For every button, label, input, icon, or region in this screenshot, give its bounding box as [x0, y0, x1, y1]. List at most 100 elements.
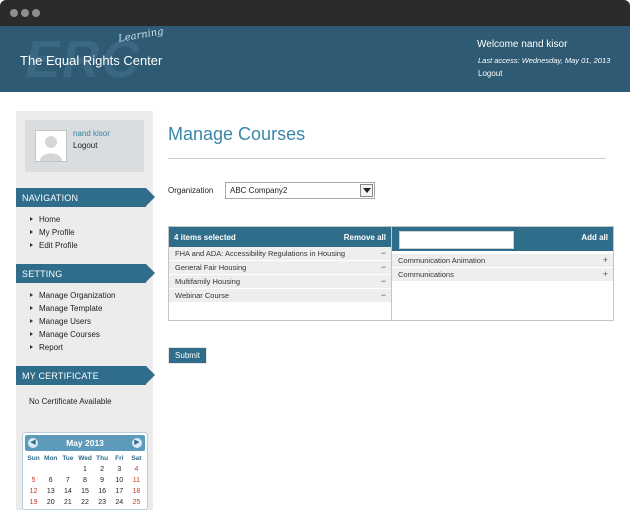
minus-icon[interactable]: −	[381, 275, 386, 288]
available-course-label: Communication Animation	[398, 256, 486, 265]
add-all-link[interactable]: Add all	[581, 233, 608, 242]
title-divider	[168, 158, 606, 159]
setting-list: Manage Organization Manage Template Mana…	[30, 289, 116, 354]
calendar-day[interactable]: 11	[128, 475, 145, 486]
plus-icon[interactable]: +	[603, 268, 608, 281]
organization-selected-value: ABC Company2	[230, 186, 288, 195]
calendar-day[interactable]: 16	[94, 486, 111, 497]
calendar-weekday-label: Tue	[62, 455, 74, 462]
nav-item-my-profile[interactable]: My Profile	[30, 226, 78, 239]
setting-heading: SETTING	[16, 264, 155, 283]
selected-course-item[interactable]: Multifamily Housing −	[169, 275, 391, 289]
header-logout-link[interactable]: Logout	[478, 69, 502, 78]
available-course-item[interactable]: Communications +	[392, 268, 613, 282]
available-courses-header: Add all	[392, 227, 613, 251]
nav-item-edit-profile[interactable]: Edit Profile	[30, 239, 78, 252]
selected-course-label: General Fair Housing	[175, 263, 247, 272]
selected-courses-list: FHA and ADA: Accessibility Regulations i…	[169, 247, 391, 303]
calendar-day[interactable]: 14	[59, 486, 76, 497]
navigation-list: Home My Profile Edit Profile	[30, 213, 78, 252]
setting-item-manage-courses[interactable]: Manage Courses	[30, 328, 116, 341]
window-dot-icon	[21, 9, 29, 17]
chevron-left-icon[interactable]: ◀	[28, 438, 38, 448]
calendar-month-title: May 2013	[66, 438, 104, 448]
calendar-day[interactable]: 12	[25, 486, 42, 497]
calendar-day[interactable]: 5	[25, 475, 42, 486]
chevron-down-icon[interactable]	[360, 184, 373, 197]
calendar-day[interactable]: 10	[111, 475, 128, 486]
certificate-heading: MY CERTIFICATE	[16, 366, 155, 385]
sidebar: nand kisor Logout NAVIGATION Home My Pro…	[16, 111, 155, 510]
selected-course-label: FHA and ADA: Accessibility Regulations i…	[175, 249, 346, 258]
setting-item-manage-users[interactable]: Manage Users	[30, 315, 116, 328]
calendar-day[interactable]: 15	[76, 486, 93, 497]
navigation-heading: NAVIGATION	[16, 188, 155, 207]
selected-course-item[interactable]: Webinar Course −	[169, 289, 391, 303]
calendar-day[interactable]: 1	[76, 464, 93, 475]
course-search-input[interactable]	[399, 231, 514, 249]
calendar-day[interactable]: 23	[94, 497, 111, 508]
no-certificate-text: No Certificate Available	[29, 397, 112, 406]
organization-select[interactable]: ABC Company2	[225, 182, 375, 199]
calendar-day[interactable]: 21	[59, 497, 76, 508]
minus-icon[interactable]: −	[381, 289, 386, 302]
browser-chrome	[0, 0, 630, 26]
remove-all-link[interactable]: Remove all	[344, 233, 386, 242]
calendar-weekday-label: Sat	[131, 455, 142, 462]
site-header: ERC Learning The Equal Rights Center Wel…	[0, 26, 630, 92]
calendar-weekday-label: Thu	[96, 455, 109, 462]
profile-card: nand kisor Logout	[25, 120, 144, 172]
organization-label: Organization	[168, 186, 214, 195]
selected-course-label: Webinar Course	[175, 291, 230, 300]
nav-item-home[interactable]: Home	[30, 213, 78, 226]
avatar	[35, 130, 67, 162]
page-title: Manage Courses	[168, 124, 306, 144]
calendar-day[interactable]: 17	[111, 486, 128, 497]
logo-title[interactable]: The Equal Rights Center	[20, 53, 162, 68]
profile-logout-link[interactable]: Logout	[73, 141, 97, 150]
window-dot-icon	[10, 9, 18, 17]
calendar-day[interactable]: 25	[128, 497, 145, 508]
calendar-empty-cell	[25, 464, 42, 475]
setting-item-manage-organization[interactable]: Manage Organization	[30, 289, 116, 302]
selected-courses-panel: 4 items selected Remove all FHA and ADA:…	[168, 226, 392, 321]
plus-icon[interactable]: +	[603, 254, 608, 267]
calendar-day[interactable]: 4	[128, 464, 145, 475]
calendar-day[interactable]: 13	[42, 486, 59, 497]
calendar-weekday-label: Fri	[115, 455, 124, 462]
calendar-weekday-label: Mon	[44, 455, 58, 462]
profile-name-link[interactable]: nand kisor	[73, 129, 110, 138]
setting-item-report[interactable]: Report	[30, 341, 116, 354]
calendar-empty-cell	[59, 464, 76, 475]
calendar-empty-cell	[42, 464, 59, 475]
calendar-day[interactable]: 3	[111, 464, 128, 475]
minus-icon[interactable]: −	[381, 261, 386, 274]
calendar-widget: May 2013 ◀ ▶ Sun Mon Tue Wed Thu Fri Sat 1 2 3 4 5 6…	[22, 432, 148, 510]
calendar-day[interactable]: 20	[42, 497, 59, 508]
calendar-weekday-label: Sun	[27, 455, 40, 462]
available-courses-list: Communication Animation + Communications +	[392, 254, 613, 282]
calendar-day[interactable]: 9	[94, 475, 111, 486]
calendar-day[interactable]: 22	[76, 497, 93, 508]
chevron-right-icon[interactable]: ▶	[132, 438, 142, 448]
calendar-day[interactable]: 19	[25, 497, 42, 508]
calendar-grid: Sun Mon Tue Wed Thu Fri Sat 1 2 3 4 5 6 7 8 9 10 11 12 13 14…	[25, 453, 145, 509]
selected-course-item[interactable]: FHA and ADA: Accessibility Regulations i…	[169, 247, 391, 261]
window-dot-icon	[32, 9, 40, 17]
user-silhouette-icon	[36, 131, 66, 161]
calendar-day[interactable]: 7	[59, 475, 76, 486]
minus-icon[interactable]: −	[381, 247, 386, 260]
calendar-day[interactable]: 2	[94, 464, 111, 475]
calendar-day[interactable]: 8	[76, 475, 93, 486]
selected-course-label: Multifamily Housing	[175, 277, 241, 286]
available-course-item[interactable]: Communication Animation +	[392, 254, 613, 268]
selected-course-item[interactable]: General Fair Housing −	[169, 261, 391, 275]
submit-button[interactable]: Submit	[168, 347, 207, 364]
calendar-day[interactable]: 6	[42, 475, 59, 486]
calendar-day[interactable]: 18	[128, 486, 145, 497]
available-course-label: Communications	[398, 270, 454, 279]
calendar-header: May 2013 ◀ ▶	[25, 435, 145, 451]
calendar-day[interactable]: 24	[111, 497, 128, 508]
welcome-text: Welcome nand kisor	[477, 39, 568, 50]
setting-item-manage-template[interactable]: Manage Template	[30, 302, 116, 315]
